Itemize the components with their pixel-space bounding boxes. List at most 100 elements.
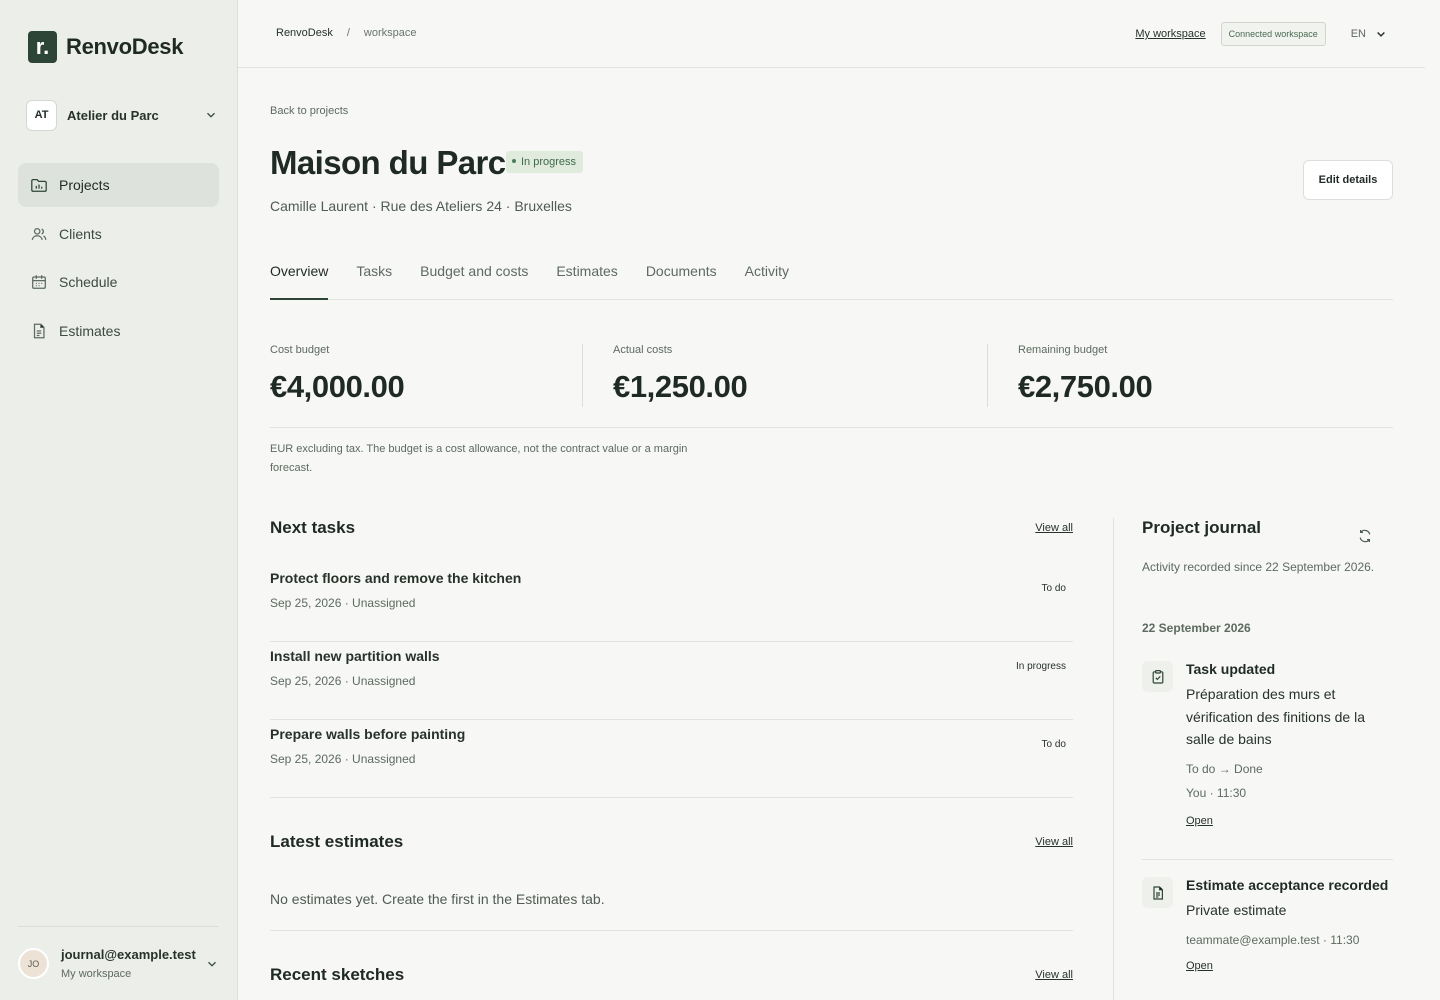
journal-date: 22 September 2026 (1142, 621, 1251, 635)
latest-estimates-title: Latest estimates (270, 832, 404, 851)
status-dot (512, 159, 516, 163)
task-name: Prepare walls before painting (270, 726, 466, 742)
task-name: Protect floors and remove the kitchen (270, 570, 522, 586)
language-value: EN (1350, 28, 1366, 40)
sidebar-item-label: Clients (59, 225, 102, 242)
user-workspace: My workspace (61, 968, 132, 980)
budget-metrics: Cost budget €4,000.00 Actual costs €1,25… (270, 344, 1393, 428)
entry-author-time: You · 11:30 (1186, 785, 1247, 800)
entry-meta: To do → Done You · 11:30 (1186, 757, 1394, 805)
metric-value: €2,750.00 (1018, 369, 1153, 404)
brand-logo: r. (28, 31, 57, 63)
list-item[interactable]: Prepare walls before painting Sep 25, 20… (270, 720, 1073, 798)
next-tasks-header: Next tasks View all (270, 518, 1073, 538)
brand[interactable]: r. RenvoDesk (28, 31, 183, 63)
list-item[interactable]: Install new partition walls Sep 25, 2026… (270, 642, 1073, 720)
recent-sketches-title: Recent sketches (270, 965, 405, 984)
tab-documents[interactable]: Documents (646, 257, 717, 300)
sidebar-item-clients[interactable]: Clients (18, 212, 219, 256)
tab-estimates[interactable]: Estimates (556, 257, 617, 300)
metric-value: €4,000.00 (270, 369, 405, 404)
sidebar-item-schedule[interactable]: Schedule (18, 260, 219, 304)
tab-overview[interactable]: Overview (270, 257, 329, 300)
metric-remaining-budget: Remaining budget €2,750.00 (1018, 344, 1153, 407)
metric-divider (582, 344, 583, 407)
avatar: JO (18, 948, 49, 979)
tab-activity[interactable]: Activity (745, 257, 789, 300)
clipboard-check-icon (1142, 661, 1173, 692)
metric-value: €1,250.00 (613, 369, 748, 404)
task-status: In progress (1015, 661, 1066, 672)
project-journal: Project journal Activity recorded since … (1113, 518, 1393, 1000)
task-status: To do (1041, 583, 1066, 594)
view-all-tasks-link[interactable]: View all (1035, 522, 1073, 534)
entry-author-time: teammate@example.test · 11:30 (1186, 932, 1360, 947)
entry-title: Task updated (1186, 661, 1276, 677)
journal-divider (1142, 859, 1393, 860)
budget-note: EUR excluding tax. The budget is a cost … (270, 443, 688, 474)
metric-cost-budget: Cost budget €4,000.00 (270, 344, 405, 407)
task-status: To do (1041, 739, 1066, 750)
journal-entry: Task updated Préparation des murs et vér… (1142, 661, 1393, 861)
journal-title: Project journal (1142, 518, 1262, 537)
back-to-projects-link[interactable]: Back to projects (270, 105, 348, 117)
sidebar-item-label: Schedule (59, 274, 118, 290)
task-list: Protect floors and remove the kitchen Se… (270, 564, 1073, 798)
tab-budget-and-costs[interactable]: Budget and costs (420, 257, 528, 300)
metric-label: Cost budget (270, 344, 330, 356)
task-meta: Sep 25, 2026 · Unassigned (270, 674, 416, 688)
sidebar-item-estimates[interactable]: Estimates (18, 309, 219, 353)
sidebar-item-label: Estimates (59, 322, 121, 339)
entry-open-link[interactable]: Open (1186, 815, 1213, 827)
entry-open-link[interactable]: Open (1186, 960, 1213, 972)
chevron-down-icon (208, 961, 216, 967)
entry-body: Préparation des murs et vérification des… (1186, 686, 1365, 747)
project-tabs: Overview Tasks Budget and costs Estimate… (270, 257, 1393, 300)
org-switcher[interactable]: AT Atelier du Parc (26, 99, 218, 131)
chevron-down-icon (1377, 31, 1385, 37)
view-all-sketches-link[interactable]: View all (1035, 969, 1073, 981)
task-name: Install new partition walls (270, 648, 440, 664)
journal-entry: Estimate acceptance recorded Private est… (1142, 877, 1393, 997)
sidebar-item-label: Projects (59, 177, 110, 193)
connected-workspace-badge: Connected workspace (1220, 22, 1326, 46)
next-tasks-title: Next tasks (270, 518, 356, 537)
task-meta: Sep 25, 2026 · Unassigned (270, 596, 416, 610)
view-all-estimates-link[interactable]: View all (1035, 836, 1073, 848)
users-icon (31, 227, 47, 240)
edit-details-button[interactable]: Edit details (1303, 160, 1393, 200)
calendar-icon (32, 275, 46, 289)
user-email: journal@example.test (61, 947, 196, 962)
recent-sketches-header: Recent sketches View all (270, 965, 1073, 985)
sidebar-item-projects[interactable]: Projects (18, 163, 219, 207)
list-item[interactable]: Protect floors and remove the kitchen Se… (270, 564, 1073, 642)
breadcrumb: RenvoDesk / workspace (276, 27, 417, 39)
document-icon (33, 323, 45, 338)
breadcrumb-root[interactable]: RenvoDesk (276, 27, 333, 39)
my-workspace-link[interactable]: My workspace (1135, 28, 1205, 40)
user-menu[interactable]: JO journal@example.test My workspace (18, 926, 219, 1000)
metric-label: Actual costs (613, 344, 673, 356)
entry-body: Private estimate (1186, 902, 1287, 918)
project-subtitle: Camille Laurent · Rue des Ateliers 24 · … (270, 198, 572, 214)
org-name: Atelier du Parc (67, 107, 159, 123)
breadcrumb-current: workspace (363, 27, 417, 39)
journal-subtitle: Activity recorded since 22 September 202… (1142, 560, 1375, 574)
metric-label: Remaining budget (1018, 344, 1108, 356)
estimates-empty-state: No estimates yet. Create the first in th… (270, 852, 1073, 931)
entry-change: To do → Done (1186, 761, 1263, 776)
chevron-down-icon (207, 112, 215, 118)
tab-tasks[interactable]: Tasks (356, 257, 392, 300)
status-badge: In progress (506, 151, 584, 173)
refresh-icon[interactable] (1357, 528, 1373, 544)
topbar: RenvoDesk / workspace My workspace Conne… (238, 0, 1425, 68)
task-meta: Sep 25, 2026 · Unassigned (270, 752, 416, 766)
org-avatar: AT (26, 99, 57, 131)
overview-left-column: Next tasks View all Protect floors and r… (270, 518, 1073, 985)
metric-divider (987, 344, 988, 407)
brand-name: RenvoDesk (66, 34, 184, 59)
status-label: In progress (521, 156, 577, 168)
sidebar-nav: Projects Clients Schedule Estimates (18, 163, 219, 357)
language-select[interactable]: EN (1351, 28, 1387, 40)
entry-title: Estimate acceptance recorded (1186, 877, 1389, 893)
